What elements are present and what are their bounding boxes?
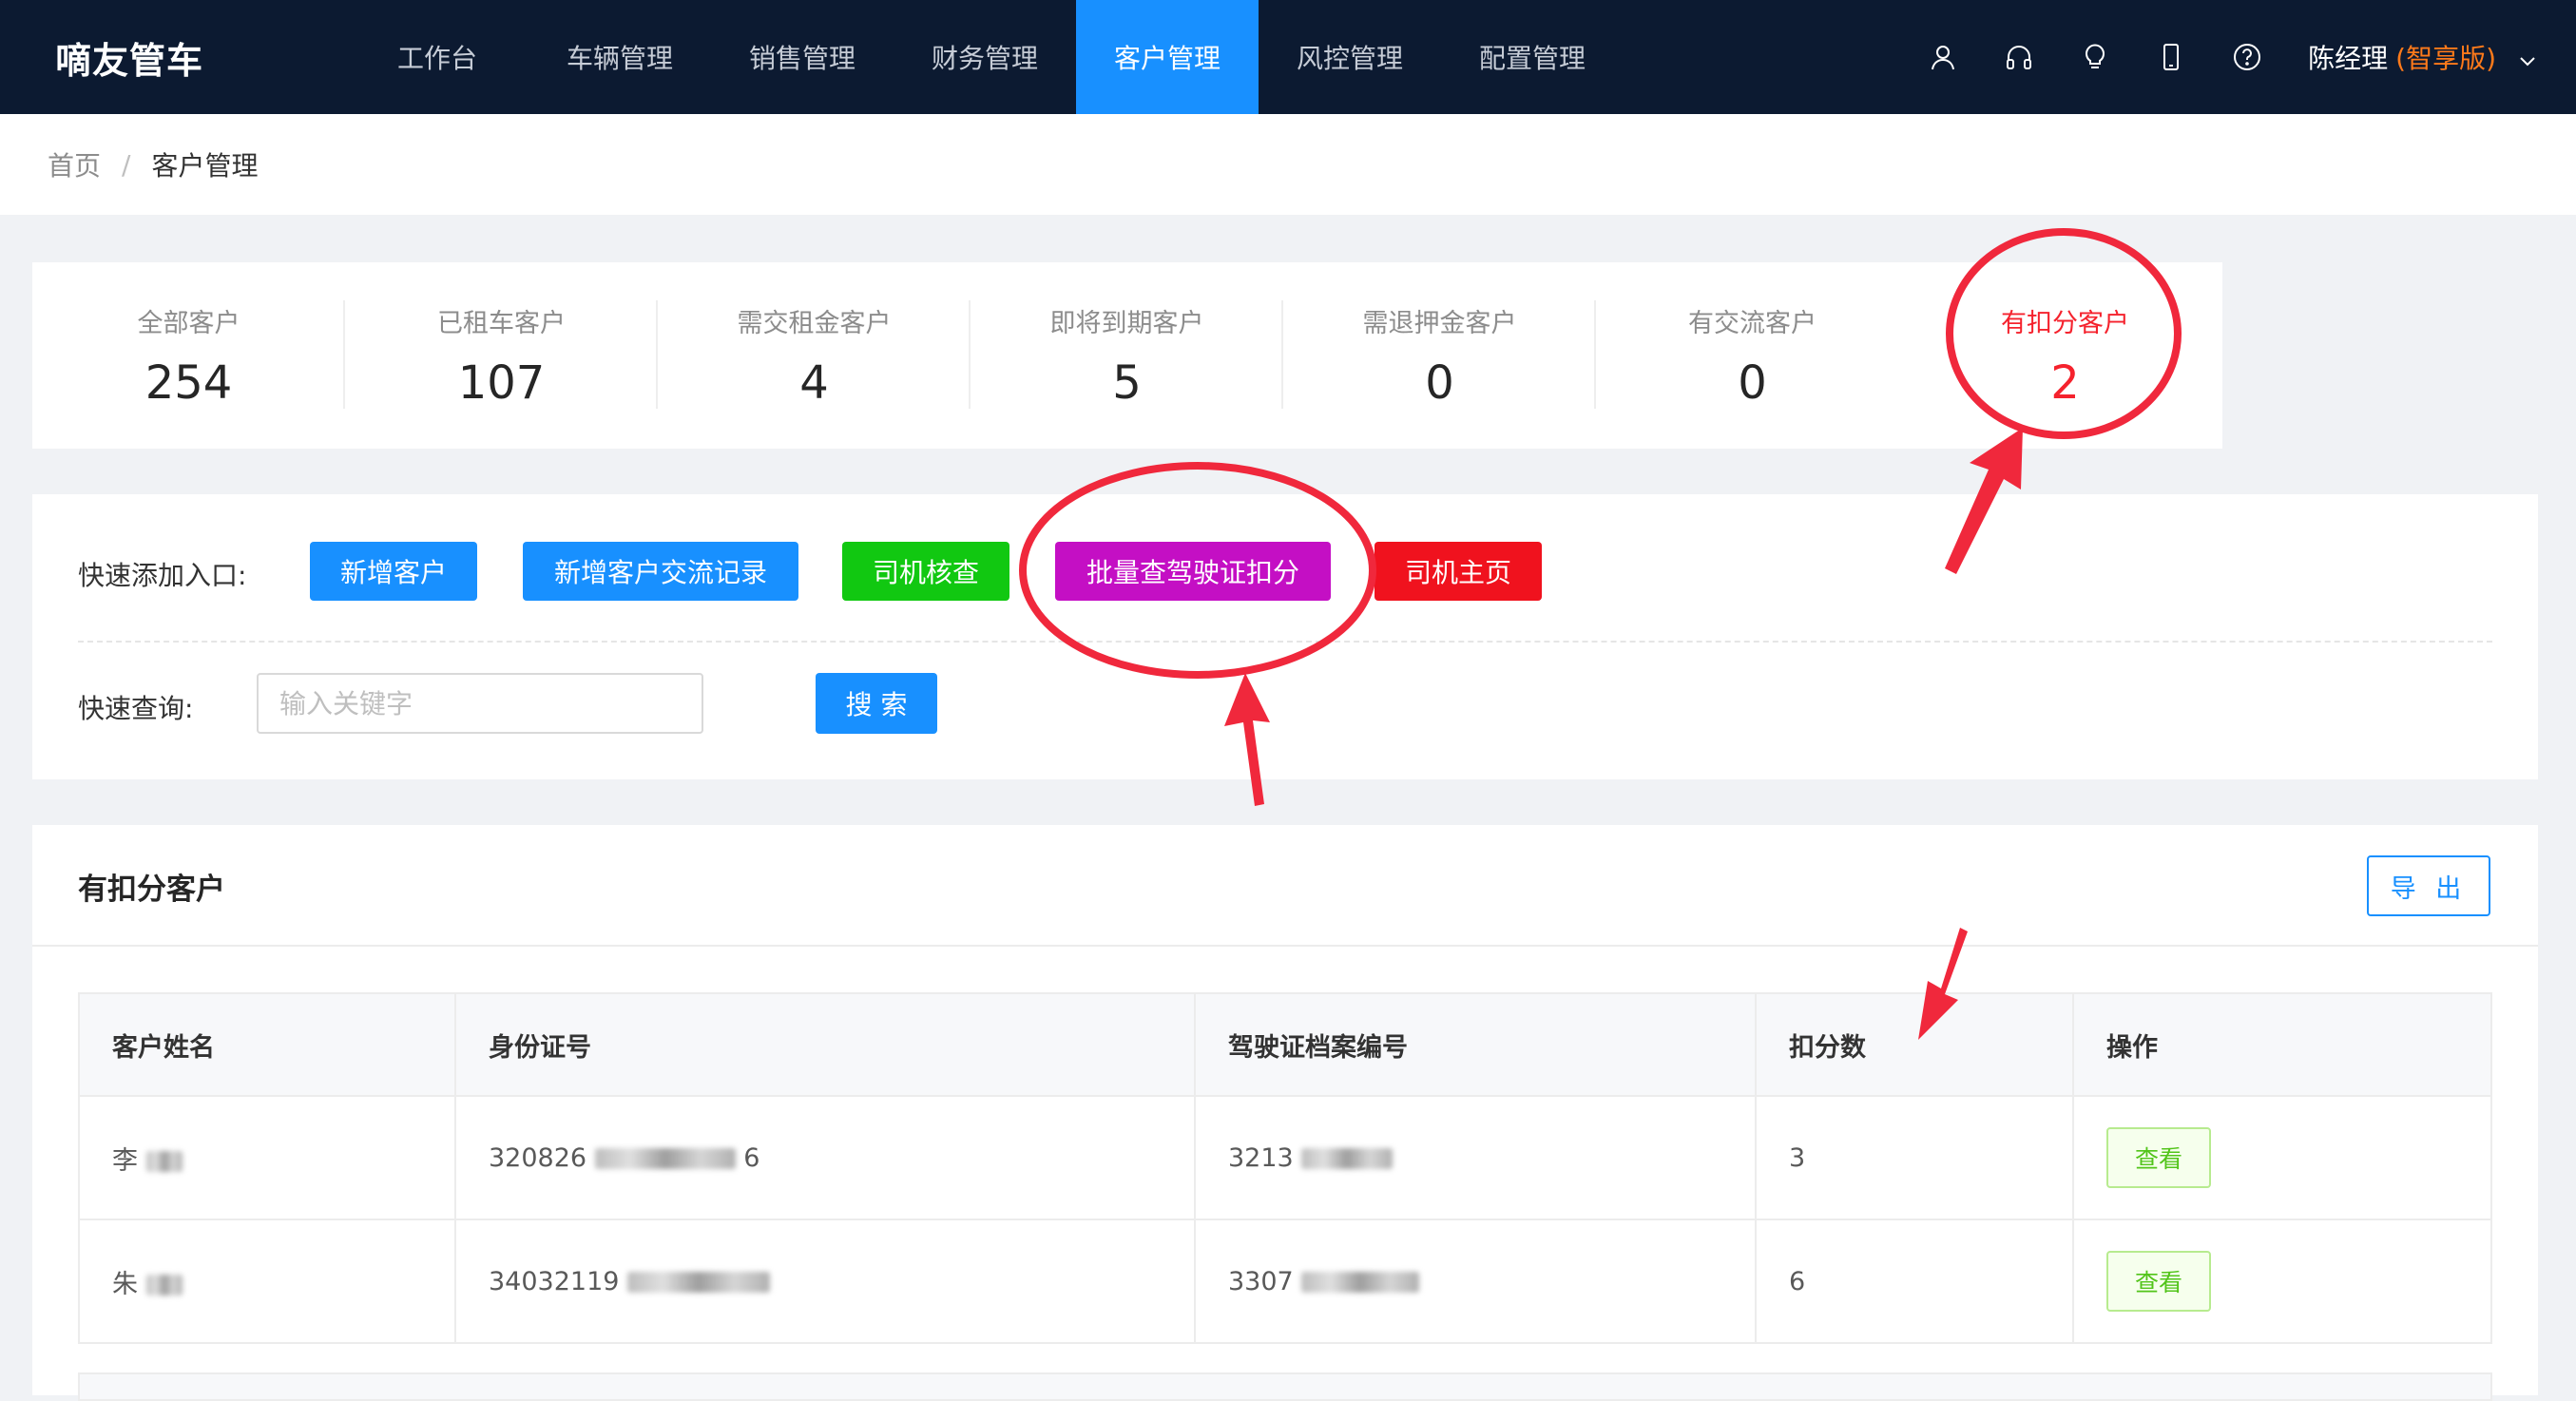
bulb-icon[interactable] — [2057, 0, 2133, 114]
driver-check-button[interactable]: 司机核查 — [842, 542, 1009, 601]
cell-points: 6 — [1755, 1219, 2074, 1344]
divider — [78, 641, 2492, 643]
add-customer-button[interactable]: 新增客户 — [310, 542, 477, 601]
menu-item-config[interactable]: 配置管理 — [1441, 0, 1624, 114]
cell-actions: 查看 — [2072, 1095, 2492, 1220]
stat-label: 全部客户 — [137, 308, 240, 338]
breadcrumb: 首页 / 客户管理 — [0, 114, 2576, 215]
masked-text — [1301, 1148, 1394, 1169]
export-button[interactable]: 导 出 — [2367, 855, 2490, 916]
stat-label: 即将到期客户 — [1049, 308, 1204, 338]
column-header-license-number: 驾驶证档案编号 — [1194, 992, 1757, 1097]
driver-homepage-button[interactable]: 司机主页 — [1375, 542, 1542, 601]
breadcrumb-separator: / — [122, 148, 131, 181]
table-footer — [78, 1372, 2492, 1401]
menu-item-workbench[interactable]: 工作台 — [346, 0, 529, 114]
stat-expiring-customers[interactable]: 即将到期客户 5 — [971, 262, 1283, 449]
user-icon[interactable] — [1905, 0, 1981, 114]
stat-label: 有交流客户 — [1688, 308, 1817, 338]
customer-name: 李 — [112, 1145, 138, 1176]
table-row: 朱 34032119 3307 6 查看 — [78, 1219, 2492, 1344]
masked-text — [594, 1148, 736, 1169]
stat-label: 需退押金客户 — [1362, 308, 1517, 338]
menu-item-finance[interactable]: 财务管理 — [894, 0, 1076, 114]
id-number: 320826 — [489, 1142, 587, 1173]
view-button[interactable]: 查看 — [2106, 1251, 2211, 1312]
masked-text — [145, 1275, 183, 1295]
stat-value: 107 — [457, 355, 546, 410]
masked-text — [145, 1151, 183, 1172]
stat-value: 254 — [144, 355, 233, 410]
id-number: 34032119 — [489, 1266, 620, 1296]
stat-deposit-refund-customers[interactable]: 需退押金客户 0 — [1283, 262, 1596, 449]
column-header-id-number: 身份证号 — [454, 992, 1196, 1097]
column-header-actions: 操作 — [2072, 992, 2492, 1097]
customer-stats: 全部客户 254 已租车客户 107 需交租金客户 4 即将到期客户 5 需退押… — [32, 262, 2222, 449]
batch-license-points-button[interactable]: 批量查驾驶证扣分 — [1055, 542, 1331, 601]
breadcrumb-current: 客户管理 — [151, 150, 259, 182]
stat-rent-due-customers[interactable]: 需交租金客户 4 — [658, 262, 971, 449]
id-number-tail: 6 — [743, 1142, 760, 1173]
cell-points: 3 — [1755, 1095, 2074, 1220]
stat-value: 4 — [799, 355, 829, 410]
user-menu[interactable]: 陈经理 (智享版) — [2285, 0, 2576, 114]
view-button[interactable]: 查看 — [2106, 1127, 2211, 1188]
edition-badge: (智享版) — [2395, 43, 2496, 74]
quick-add-label: 快速添加入口: — [78, 560, 247, 591]
search-button[interactable]: 搜 索 — [816, 673, 937, 734]
cell-id-number: 34032119 — [454, 1219, 1196, 1344]
cell-id-number: 320826 6 — [454, 1095, 1196, 1220]
stat-value: 0 — [1425, 355, 1454, 410]
search-input[interactable] — [257, 673, 703, 734]
stat-all-customers[interactable]: 全部客户 254 — [32, 262, 345, 449]
mobile-icon[interactable] — [2133, 0, 2209, 114]
column-header-points: 扣分数 — [1755, 992, 2074, 1097]
menu-item-customers[interactable]: 客户管理 — [1076, 0, 1259, 114]
stat-value: 5 — [1112, 355, 1142, 410]
help-icon[interactable] — [2209, 0, 2285, 114]
main-menu: 工作台 车辆管理 销售管理 财务管理 客户管理 风控管理 配置管理 — [346, 0, 1624, 114]
stat-communication-customers[interactable]: 有交流客户 0 — [1596, 262, 1909, 449]
cell-name: 李 — [78, 1095, 456, 1220]
cell-license-number: 3213 — [1194, 1095, 1757, 1220]
top-nav: 嘀友管车 工作台 车辆管理 销售管理 财务管理 客户管理 风控管理 配置管理 陈… — [0, 0, 2576, 114]
masked-text — [1301, 1272, 1420, 1293]
penalty-customers-card: 有扣分客户 导 出 客户姓名 身份证号 驾驶证档案编号 扣分数 操作 李 320… — [32, 825, 2538, 1401]
quick-search-label: 快速查询: — [78, 693, 194, 724]
cell-name: 朱 — [78, 1219, 456, 1344]
stat-renting-customers[interactable]: 已租车客户 107 — [345, 262, 658, 449]
quick-panel: 快速添加入口: 新增客户 新增客户交流记录 司机核查 批量查驾驶证扣分 司机主页… — [32, 494, 2538, 779]
menu-item-vehicles[interactable]: 车辆管理 — [529, 0, 711, 114]
license-number: 3213 — [1228, 1142, 1294, 1173]
nav-right: 陈经理 (智享版) — [1905, 0, 2576, 114]
stat-label: 需交租金客户 — [737, 308, 892, 338]
license-number: 3307 — [1228, 1266, 1294, 1296]
stat-label: 已租车客户 — [437, 308, 566, 338]
stat-value: 0 — [1738, 355, 1767, 410]
card-title: 有扣分客户 — [78, 873, 225, 907]
cell-actions: 查看 — [2072, 1219, 2492, 1344]
stat-value: 2 — [2050, 355, 2080, 410]
column-header-name: 客户姓名 — [78, 992, 456, 1097]
headset-icon[interactable] — [1981, 0, 2057, 114]
masked-text — [627, 1272, 771, 1293]
table-row: 李 320826 6 3213 3 查看 — [78, 1095, 2492, 1220]
card-header: 有扣分客户 导 出 — [32, 825, 2538, 947]
menu-item-risk[interactable]: 风控管理 — [1259, 0, 1441, 114]
table-header-row: 客户姓名 身份证号 驾驶证档案编号 扣分数 操作 — [78, 992, 2492, 1097]
app-logo[interactable]: 嘀友管车 — [55, 0, 203, 114]
stat-label: 有扣分客户 — [2001, 308, 2129, 338]
cell-license-number: 3307 — [1194, 1219, 1757, 1344]
stat-penalty-customers[interactable]: 有扣分客户 2 — [1909, 262, 2221, 449]
menu-item-sales[interactable]: 销售管理 — [711, 0, 894, 114]
customer-table: 客户姓名 身份证号 驾驶证档案编号 扣分数 操作 李 320826 6 3213… — [78, 992, 2492, 1344]
chevron-down-icon[interactable] — [2517, 47, 2538, 67]
add-communication-record-button[interactable]: 新增客户交流记录 — [523, 542, 798, 601]
breadcrumb-home[interactable]: 首页 — [48, 145, 101, 183]
customer-name: 朱 — [112, 1269, 138, 1299]
user-name: 陈经理 — [2308, 43, 2389, 74]
